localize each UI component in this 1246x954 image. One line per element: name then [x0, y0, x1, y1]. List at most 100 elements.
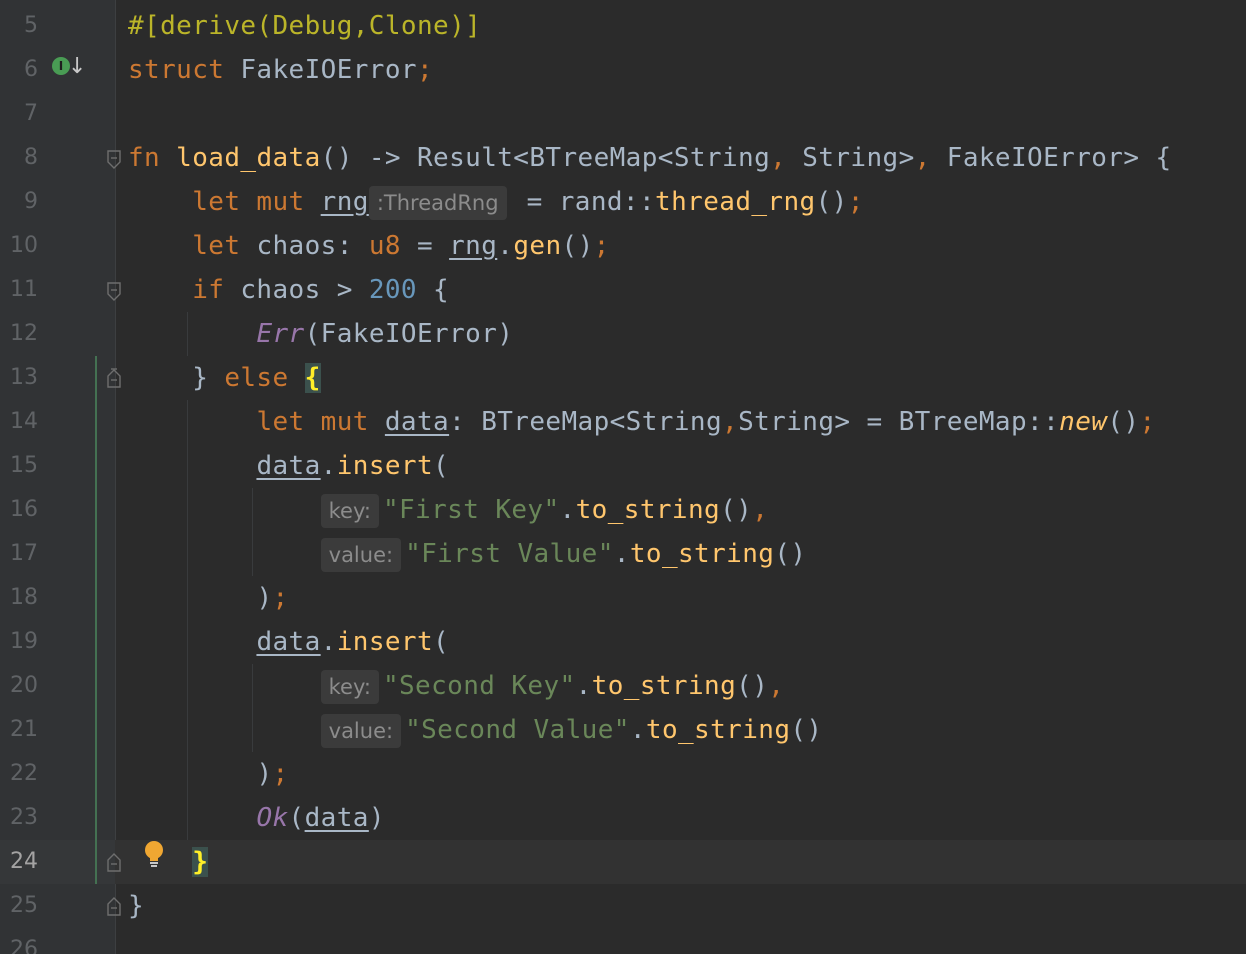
code-token: (): [736, 671, 769, 701]
code-line[interactable]: data.insert(: [128, 620, 449, 664]
code-token: }: [128, 891, 145, 921]
code-token: chaos >: [224, 275, 369, 305]
attribute-token: #[derive(Debug,Clone)]: [128, 11, 482, 41]
method-call-token: gen: [513, 231, 562, 261]
punct-token: ,: [722, 407, 739, 437]
code-token: ): [256, 759, 273, 789]
parameter-inlay-hint[interactable]: key:: [320, 669, 379, 704]
code-token: () -> Result<BTreeMap<String: [320, 143, 771, 173]
variable-token: data: [256, 451, 321, 481]
code-token: String> = BTreeMap::: [738, 407, 1060, 437]
code-line[interactable]: }: [128, 884, 144, 928]
code-line[interactable]: let mut data: BTreeMap<String,String> = …: [128, 400, 1156, 444]
code-line[interactable]: key: "First Key".to_string(),: [128, 488, 768, 532]
code-line[interactable]: } else {: [128, 356, 321, 400]
matched-brace: {: [304, 363, 321, 393]
code-token: =: [400, 231, 450, 261]
code-token: (: [288, 803, 305, 833]
punct-token: ,: [768, 671, 785, 701]
enum-variant-token: Err: [256, 319, 305, 349]
code-line[interactable]: Ok(data): [128, 796, 385, 840]
punct-token: ;: [593, 231, 610, 261]
identifier-token: FakeIOError: [224, 55, 417, 85]
code-token: : BTreeMap<String: [449, 407, 723, 437]
punct-token: .: [629, 715, 646, 745]
keyword-token: let mut: [256, 407, 369, 437]
code-token: ): [256, 583, 273, 613]
string-token: "First Key": [382, 495, 560, 525]
code-token: String>: [786, 143, 915, 173]
keyword-token: let mut: [192, 187, 305, 217]
code-token: (: [433, 627, 450, 657]
code-line[interactable]: let mut rng:ThreadRng = rand::thread_rng…: [128, 180, 864, 224]
enum-variant-token: Ok: [256, 803, 289, 833]
line-number[interactable]: 7: [0, 92, 38, 136]
code-line[interactable]: let chaos: u8 = rng.gen();: [128, 224, 610, 268]
parameter-inlay-hint[interactable]: key:: [320, 493, 379, 528]
variable-token: data: [384, 407, 450, 437]
punct-token: .: [613, 539, 630, 569]
punct-token: .: [320, 451, 337, 481]
method-call-token: to_string: [575, 495, 721, 525]
string-token: "Second Key": [382, 671, 576, 701]
method-call-token: to_string: [645, 715, 791, 745]
punct-token: ;: [847, 187, 864, 217]
code-line-current[interactable]: }: [128, 840, 209, 884]
punct-token: ;: [272, 583, 289, 613]
code-line[interactable]: if chaos > 200 {: [128, 268, 449, 312]
variable-token: rng: [449, 231, 498, 261]
punct-token: .: [559, 495, 576, 525]
code-token: chaos:: [240, 231, 369, 261]
punct-token: ,: [914, 143, 931, 173]
code-line[interactable]: data.insert(: [128, 444, 449, 488]
code-line[interactable]: #[derive(Debug,Clone)]: [128, 4, 481, 48]
parameter-inlay-hint[interactable]: value:: [320, 537, 402, 572]
code-token: {: [416, 275, 450, 305]
code-token: (): [790, 715, 823, 745]
function-name-token: load_data: [176, 143, 321, 173]
type-token: u8: [368, 231, 401, 261]
punct-token: ;: [272, 759, 289, 789]
variable-token: rng: [320, 187, 369, 217]
code-line[interactable]: Err(FakeIOError): [128, 312, 513, 356]
punct-token: .: [320, 627, 337, 657]
method-call-token: to_string: [629, 539, 775, 569]
code-token: ): [368, 803, 385, 833]
keyword-token: if: [192, 275, 225, 305]
method-call-token: to_string: [591, 671, 737, 701]
code-editor[interactable]: 5 6 7 8 9 10 11 12 13 14 15 16 17 18 19 …: [0, 0, 1246, 954]
method-call-token: insert: [336, 451, 434, 481]
code-token: (): [1107, 407, 1140, 437]
code-line[interactable]: fn load_data() -> Result<BTreeMap<String…: [128, 136, 1172, 180]
variable-token: data: [304, 803, 369, 833]
keyword-token: fn: [128, 143, 161, 173]
code-line[interactable]: value: "Second Value".to_string(): [128, 708, 822, 752]
line-number[interactable]: 26: [0, 928, 38, 954]
punct-token: ;: [416, 55, 434, 85]
parameter-inlay-hint[interactable]: value:: [320, 713, 402, 748]
code-token: (FakeIOError): [304, 319, 514, 349]
type-inlay-hint[interactable]: :ThreadRng: [368, 185, 507, 220]
method-call-token: insert: [336, 627, 434, 657]
number-token: 200: [368, 275, 417, 305]
function-call-token: new: [1059, 407, 1108, 437]
matched-brace: }: [192, 847, 209, 877]
code-line[interactable]: value: "First Value".to_string(): [128, 532, 806, 576]
code-token: }: [192, 363, 225, 393]
code-token: (: [433, 451, 450, 481]
punct-token: .: [575, 671, 592, 701]
string-token: "First Value": [405, 539, 614, 569]
code-token: (): [720, 495, 753, 525]
code-line[interactable]: );: [128, 752, 289, 796]
string-token: "Second Value": [405, 715, 630, 745]
code-token: (): [774, 539, 807, 569]
variable-token: data: [256, 627, 321, 657]
code-line[interactable]: );: [128, 576, 289, 620]
punct-token: ;: [1139, 407, 1156, 437]
punct-token: .: [497, 231, 514, 261]
punct-token: ,: [752, 495, 769, 525]
code-token: (): [815, 187, 848, 217]
code-line[interactable]: key: "Second Key".to_string(),: [128, 664, 784, 708]
punct-token: ,: [770, 143, 787, 173]
code-line[interactable]: struct FakeIOError;: [128, 48, 433, 92]
